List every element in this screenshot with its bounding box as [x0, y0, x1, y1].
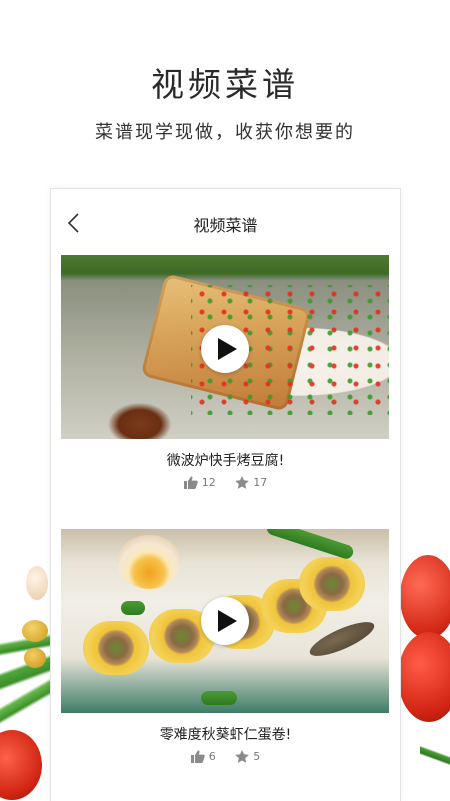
cracked-egg-photo — [117, 535, 181, 589]
like-count-value: 12 — [201, 476, 216, 489]
star-icon — [235, 750, 250, 763]
thumbs-up-icon — [183, 476, 198, 489]
recipe-thumbnail[interactable] — [61, 255, 389, 439]
favorite-count[interactable]: 5 — [235, 750, 260, 763]
like-count[interactable]: 6 — [190, 750, 216, 763]
tomato-decoration — [400, 555, 450, 639]
recipe-card[interactable]: 微波炉快手烤豆腐! 12 17 — [51, 255, 400, 492]
like-count-value: 6 — [208, 750, 216, 763]
egg-roll-photo — [299, 557, 365, 611]
favorite-count-value: 17 — [253, 476, 268, 489]
nav-title: 视频菜谱 — [193, 216, 258, 235]
kumquat-decoration — [22, 620, 48, 642]
recipe-stats: 12 17 — [51, 476, 400, 492]
recipe-thumbnail[interactable] — [61, 529, 389, 713]
hero-title: 视频菜谱 — [151, 65, 299, 104]
play-icon — [218, 610, 237, 632]
nav-bar: 视频菜谱 — [51, 189, 400, 255]
egg-decoration — [26, 566, 48, 600]
recipe-stats: 6 5 — [51, 750, 400, 766]
recipe-title[interactable]: 微波炉快手烤豆腐! — [51, 450, 400, 470]
egg-roll-photo — [83, 621, 149, 675]
kumquat-decoration — [24, 648, 46, 668]
okra-slice-photo — [121, 601, 145, 615]
okra-pod-photo — [265, 529, 355, 561]
play-button[interactable] — [201, 325, 249, 373]
thumbs-up-icon — [190, 750, 205, 763]
okra-slice-photo — [201, 691, 237, 705]
recipe-card[interactable]: 零难度秋葵虾仁蛋卷! 6 5 — [51, 529, 400, 766]
play-button[interactable] — [201, 597, 249, 645]
phone-screen-card: 视频菜谱 微波炉快手烤豆腐! 12 17 零难度秋葵虾仁蛋卷! 6 5 — [50, 188, 401, 801]
play-icon — [218, 338, 237, 360]
recipe-title[interactable]: 零难度秋葵虾仁蛋卷! — [51, 724, 400, 744]
tomato-decoration — [398, 632, 450, 722]
hero-subtitle: 菜谱现学现做，收获你想要的 — [95, 122, 355, 143]
star-icon — [235, 476, 250, 489]
favorite-count-value: 5 — [253, 750, 261, 763]
like-count[interactable]: 12 — [183, 476, 216, 489]
herb-decoration — [420, 720, 450, 800]
favorite-count[interactable]: 17 — [235, 476, 267, 489]
